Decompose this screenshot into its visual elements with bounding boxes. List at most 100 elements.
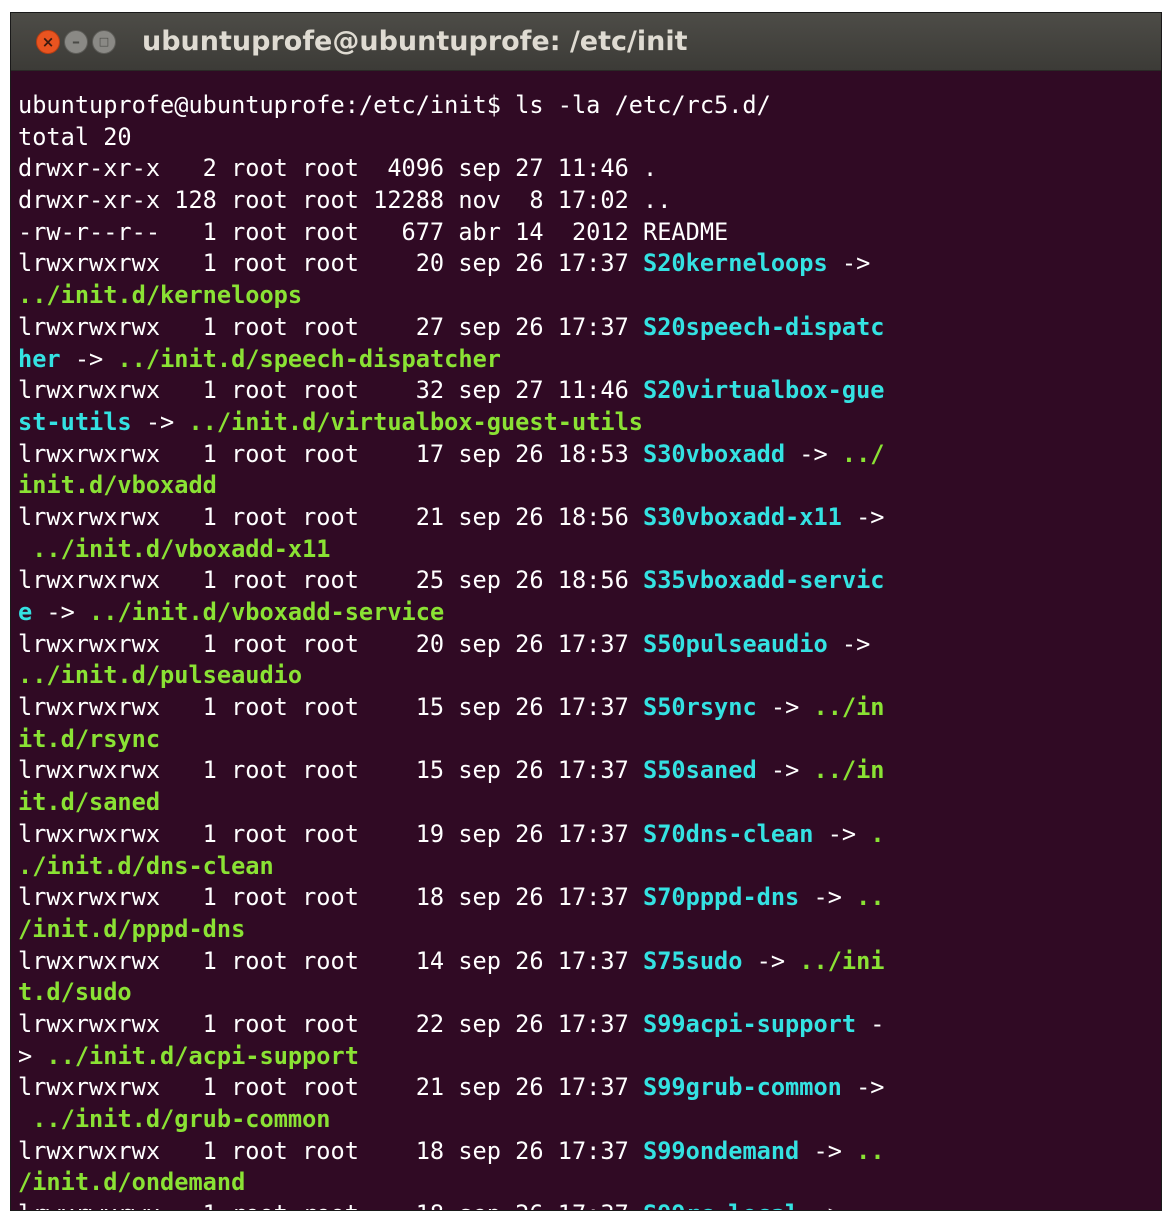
terminal-text: lrwxrwxrwx 1 root root 21 sep 26 18:56 [18, 502, 644, 531]
terminal-line: ../init.d/vboxadd-x11 [18, 534, 1161, 566]
symlink-name: e [18, 598, 33, 626]
terminal-line: lrwxrwxrwx 1 root root 17 sep 26 18:53 S… [18, 439, 1161, 471]
symlink-name: S35vboxadd-servic [643, 566, 885, 595]
terminal-line: /init.d/pppd-dns [18, 914, 1161, 946]
symlink-target: init.d/vboxadd [18, 471, 217, 500]
symlink-target: ../init.d/grub-common [32, 1105, 331, 1133]
terminal-text: -> [799, 1136, 857, 1165]
terminal-text: -> [841, 1073, 885, 1102]
terminal-text: lrwxrwxrwx 1 root root 17 sep 26 18:53 [18, 439, 644, 468]
symlink-name: S30vboxadd-x11 [643, 502, 842, 531]
terminal-line: it.d/rsync [18, 724, 1161, 756]
terminal-text: -> [32, 598, 90, 626]
terminal-text: -> [756, 693, 814, 722]
terminal-line: ../init.d/pulseaudio [18, 660, 1161, 692]
symlink-name: S30vboxadd [643, 439, 786, 468]
terminal-text: lrwxrwxrwx 1 root root 18 sep 26 17:37 [18, 1200, 643, 1210]
symlink-name: S50rsync [643, 693, 757, 722]
terminal-text: > [18, 1041, 47, 1070]
symlink-name: S20kerneloops [643, 249, 828, 278]
terminal-line: st-utils -> ../init.d/virtualbox-guest-u… [18, 407, 1161, 439]
symlink-name: S20virtualbox-gue [643, 376, 885, 405]
symlink-target: ../ini [799, 946, 885, 975]
terminal-line: lrwxrwxrwx 1 root root 25 sep 26 18:56 S… [18, 565, 1161, 597]
terminal-line: lrwxrwxrwx 1 root root 21 sep 26 17:37 S… [18, 1072, 1161, 1104]
terminal-window: × – □ ubuntuprofe@ubuntuprofe: /etc/init… [10, 12, 1162, 1211]
terminal-line: lrwxrwxrwx 1 root root 20 sep 26 17:37 S… [18, 248, 1161, 280]
terminal-text: -> [742, 946, 800, 975]
symlink-target: ../init.d/pulseaudio [18, 661, 303, 690]
symlink-target: ../init.d/vboxadd-x11 [32, 534, 331, 563]
close-window-icon[interactable]: × [36, 29, 60, 54]
terminal-text: -> [785, 439, 842, 468]
terminal-text: -> [799, 1200, 856, 1210]
terminal-line: lrwxrwxrwx 1 root root 14 sep 26 17:37 S… [18, 946, 1161, 978]
terminal-line: lrwxrwxrwx 1 root root 27 sep 26 17:37 S… [18, 312, 1161, 344]
terminal-line: ../init.d/grub-common [18, 1104, 1161, 1136]
symlink-name: S99acpi-support [643, 1009, 857, 1038]
symlink-name: S50saned [643, 756, 757, 785]
terminal-text: -> [799, 883, 857, 912]
symlink-target: ./init.d/dns-clean [18, 851, 274, 880]
terminal-line: it.d/saned [18, 787, 1161, 819]
symlink-target: .. [856, 1136, 885, 1165]
symlink-target: ../in [813, 693, 885, 722]
terminal-text: lrwxrwxrwx 1 root root 25 sep 26 18:56 [18, 566, 644, 595]
symlink-target: .. [856, 1200, 884, 1210]
window-title: ubuntuprofe@ubuntuprofe: /etc/init [142, 26, 688, 57]
terminal-text: -> [827, 249, 871, 278]
terminal-line: /init.d/ondemand [18, 1167, 1161, 1199]
symlink-target: t.d/sudo [18, 978, 132, 1007]
terminal-text: lrwxrwxrwx 1 root root 15 sep 26 17:37 [18, 756, 644, 785]
terminal-text: -> [131, 407, 189, 436]
terminal-line: lrwxrwxrwx 1 root root 21 sep 26 18:56 S… [18, 502, 1161, 534]
terminal-text: lrwxrwxrwx 1 root root 27 sep 26 17:37 [18, 312, 644, 341]
terminal-text: lrwxrwxrwx 1 root root 22 sep 26 17:37 [18, 1009, 644, 1038]
terminal-text: lrwxrwxrwx 1 root root 15 sep 26 17:37 [18, 693, 644, 722]
terminal-line: lrwxrwxrwx 1 root root 15 sep 26 17:37 S… [18, 692, 1161, 724]
terminal-line: lrwxrwxrwx 1 root root 15 sep 26 17:37 S… [18, 755, 1161, 787]
symlink-name: S70pppd-dns [643, 883, 800, 912]
symlink-target: ../in [813, 756, 885, 785]
symlink-target: /init.d/ondemand [18, 1168, 246, 1197]
symlink-name: S99grub-common [643, 1073, 842, 1102]
terminal-text: drwxr-xr-x 128 root root 12288 nov 8 17:… [18, 186, 672, 215]
symlink-name: st-utils [18, 407, 132, 436]
terminal-text: lrwxrwxrwx 1 root root 18 sep 26 17:37 [18, 883, 644, 912]
symlink-name: her [18, 344, 61, 373]
terminal-text: -> [813, 819, 871, 848]
terminal-line: drwxr-xr-x 2 root root 4096 sep 27 11:46… [18, 153, 1161, 185]
symlink-target: . [870, 819, 885, 848]
terminal-line: lrwxrwxrwx 1 root root 18 sep 26 17:37 S… [18, 882, 1161, 914]
minimize-window-icon[interactable]: – [64, 29, 88, 54]
terminal-line: lrwxrwxrwx 1 root root 18 sep 26 17:37 S… [18, 1199, 1161, 1210]
terminal-line: total 20 [18, 122, 1161, 154]
terminal-text: lrwxrwxrwx 1 root root 32 sep 27 11:46 [18, 376, 644, 405]
terminal-line: init.d/vboxadd [18, 470, 1161, 502]
terminal-text: lrwxrwxrwx 1 root root 19 sep 26 17:37 [18, 819, 644, 848]
terminal-line: lrwxrwxrwx 1 root root 18 sep 26 17:37 S… [18, 1136, 1161, 1168]
terminal-line: t.d/sudo [18, 977, 1161, 1009]
symlink-name: S99rc.local [643, 1200, 799, 1210]
symlink-target: ../init.d/speech-dispatcher [117, 344, 501, 373]
symlink-target: ../ [841, 439, 885, 468]
terminal-line: her -> ../init.d/speech-dispatcher [18, 344, 1161, 376]
symlink-target: .. [856, 883, 885, 912]
symlink-target: ../init.d/acpi-support [46, 1041, 359, 1070]
symlink-target: it.d/saned [18, 788, 161, 817]
terminal-line: -rw-r--r-- 1 root root 677 abr 14 2012 R… [18, 217, 1161, 249]
title-bar[interactable]: × – □ ubuntuprofe@ubuntuprofe: /etc/init [11, 13, 1161, 71]
terminal-output[interactable]: ubuntuprofe@ubuntuprofe:/etc/init$ ls -l… [11, 71, 1161, 1210]
terminal-text: -rw-r--r-- 1 root root 677 abr 14 2012 R… [18, 217, 729, 246]
symlink-name: S70dns-clean [643, 819, 814, 848]
terminal-line: e -> ../init.d/vboxadd-service [18, 597, 1161, 629]
terminal-text: lrwxrwxrwx 1 root root 21 sep 26 17:37 [18, 1073, 644, 1102]
terminal-text: -> [827, 629, 871, 658]
terminal-line: lrwxrwxrwx 1 root root 20 sep 26 17:37 S… [18, 629, 1161, 661]
terminal-line: ../init.d/kerneloops [18, 280, 1161, 312]
terminal-line: ./init.d/dns-clean [18, 851, 1161, 883]
terminal-text: -> [60, 344, 118, 373]
maximize-window-icon[interactable]: □ [92, 29, 116, 54]
terminal-text: ubuntuprofe@ubuntuprofe:/etc/init$ ls -l… [18, 91, 771, 119]
